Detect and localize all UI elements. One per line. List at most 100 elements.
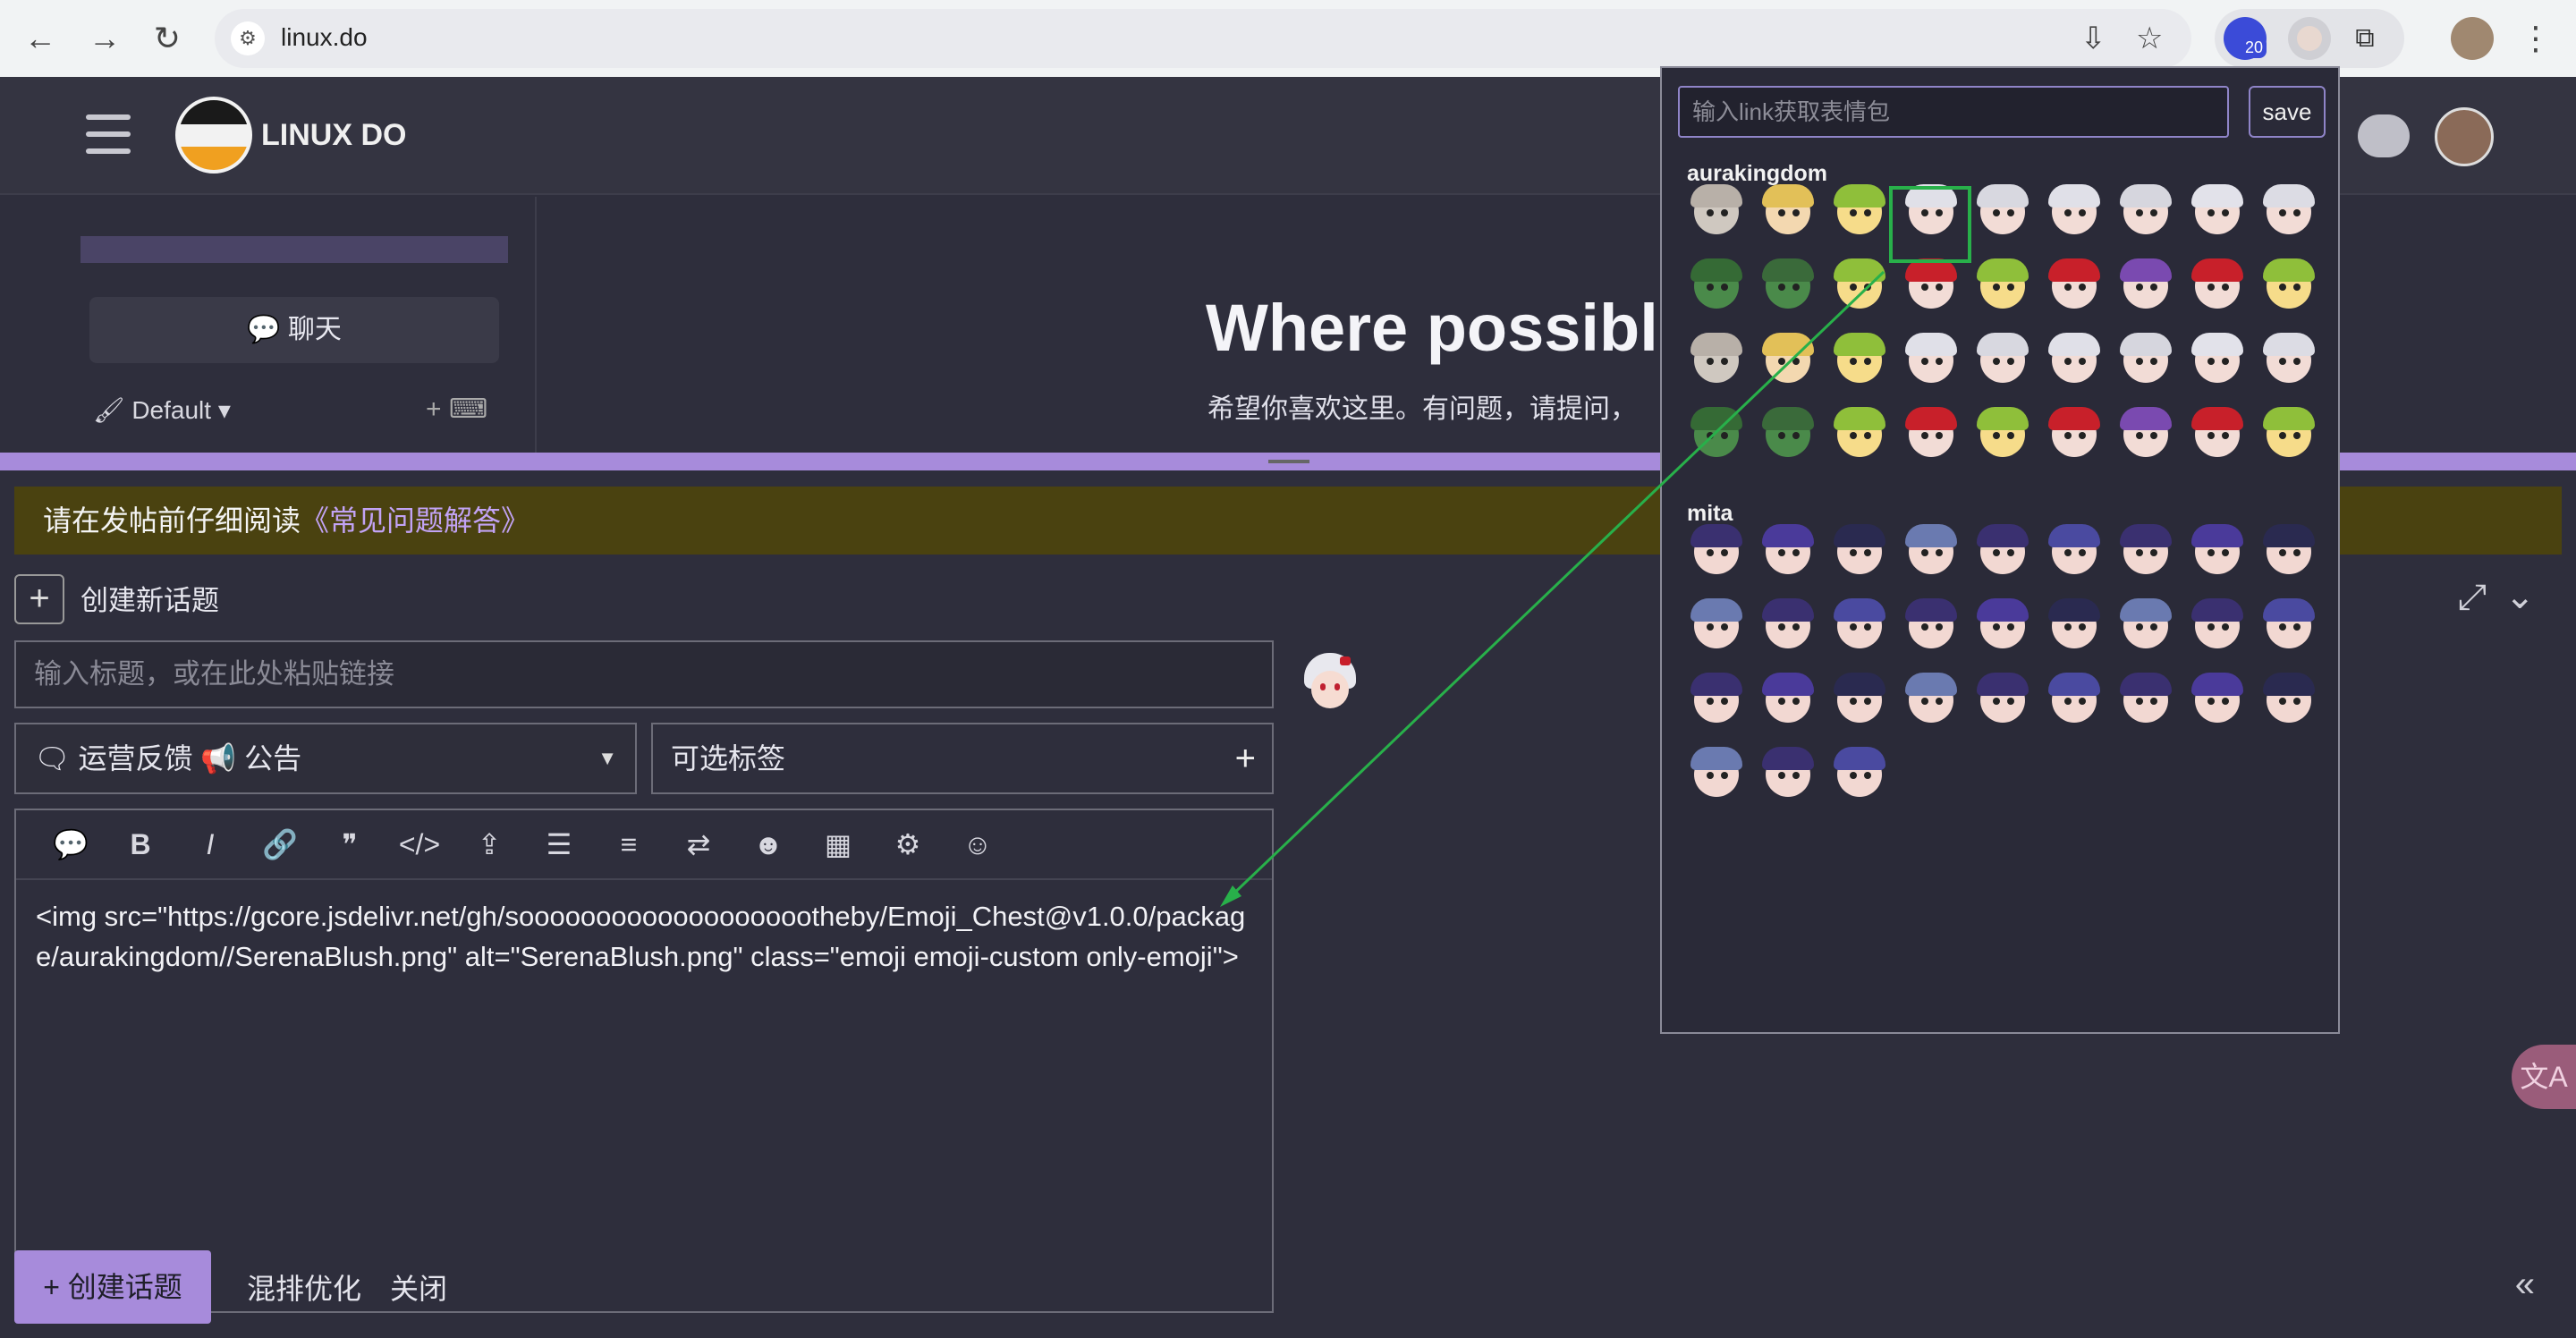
- mita-emoji[interactable]: [1973, 597, 2032, 656]
- aurakingdom-emoji[interactable]: [2259, 405, 2318, 464]
- mita-emoji[interactable]: [2116, 597, 2175, 656]
- composer-editor[interactable]: 💬 B I 🔗 ❞ </> ⇪ ☰ ≡ ⇄ ☻ ▦ ⚙ ☺ <img src="https://gcore…: [14, 809, 1274, 1313]
- mita-emoji[interactable]: [2116, 522, 2175, 581]
- mita-emoji[interactable]: [2188, 671, 2247, 730]
- expand-icon[interactable]: ⤢: [2458, 578, 2487, 618]
- mita-emoji[interactable]: [1758, 745, 1818, 804]
- aurakingdom-emoji[interactable]: [1758, 405, 1818, 464]
- aurakingdom-emoji[interactable]: [2116, 405, 2175, 464]
- tags-select[interactable]: 可选标签 +: [651, 723, 1274, 794]
- grip-handle-icon[interactable]: [1268, 460, 1309, 463]
- blockquote-icon[interactable]: ❞: [315, 810, 385, 878]
- mix-optimize-link[interactable]: 混排优化: [247, 1266, 361, 1308]
- italic-icon[interactable]: I: [175, 810, 245, 878]
- site-logo[interactable]: [175, 97, 252, 174]
- aurakingdom-emoji[interactable]: [1830, 405, 1889, 464]
- aurakingdom-emoji[interactable]: [2116, 182, 2175, 241]
- bullet-list-icon[interactable]: ☰: [524, 810, 594, 878]
- aurakingdom-emoji[interactable]: [2116, 331, 2175, 390]
- mita-emoji[interactable]: [1973, 522, 2032, 581]
- title-input[interactable]: 输入标题，或在此处粘贴链接: [14, 640, 1274, 708]
- aurakingdom-emoji[interactable]: [2188, 331, 2247, 390]
- calendar-icon[interactable]: ▦: [803, 810, 873, 878]
- aurakingdom-emoji[interactable]: [1687, 182, 1746, 241]
- aurakingdom-emoji[interactable]: [1973, 182, 2032, 241]
- aurakingdom-emoji[interactable]: [1830, 331, 1889, 390]
- aurakingdom-emoji[interactable]: [1830, 257, 1889, 316]
- extension-badge-icon[interactable]: 20: [2224, 17, 2267, 60]
- emoji-extension-icon[interactable]: [2288, 17, 2331, 60]
- emoji-face-icon[interactable]: ☻: [733, 810, 803, 878]
- aurakingdom-emoji[interactable]: [1902, 257, 1961, 316]
- mita-emoji[interactable]: [1687, 522, 1746, 581]
- sidebar-chat-button[interactable]: 💬 聊天: [89, 297, 499, 363]
- mita-emoji[interactable]: [1973, 671, 2032, 730]
- mita-emoji[interactable]: [1830, 671, 1889, 730]
- aurakingdom-emoji[interactable]: [1758, 257, 1818, 316]
- aurakingdom-emoji[interactable]: [1758, 182, 1818, 241]
- mita-emoji[interactable]: [2045, 522, 2104, 581]
- bold-icon[interactable]: B: [106, 810, 175, 878]
- hamburger-icon[interactable]: [86, 114, 131, 154]
- save-button[interactable]: save: [2249, 86, 2326, 138]
- bookmark-star-icon[interactable]: ☆: [2136, 21, 2163, 55]
- translate-icon[interactable]: 文A: [2512, 1045, 2576, 1109]
- forward-icon[interactable]: →: [82, 16, 127, 61]
- category-select[interactable]: 🗨 运营反馈 📢 公告 ▼: [14, 723, 637, 794]
- mita-emoji[interactable]: [1687, 597, 1746, 656]
- aurakingdom-emoji[interactable]: [1902, 405, 1961, 464]
- mita-emoji[interactable]: [1758, 522, 1818, 581]
- mita-emoji[interactable]: [2259, 522, 2318, 581]
- aurakingdom-emoji[interactable]: [1902, 331, 1961, 390]
- mita-emoji[interactable]: [1902, 671, 1961, 730]
- aurakingdom-emoji[interactable]: [1973, 405, 2032, 464]
- emoji-link-input[interactable]: 输入link获取表情包: [1678, 86, 2229, 138]
- link-icon[interactable]: 🔗: [245, 810, 315, 878]
- aurakingdom-emoji[interactable]: [2188, 405, 2247, 464]
- mita-emoji[interactable]: [2045, 597, 2104, 656]
- aurakingdom-emoji[interactable]: [2188, 257, 2247, 316]
- mita-emoji[interactable]: [2188, 522, 2247, 581]
- faq-link[interactable]: 《常见问题解答》: [301, 504, 530, 537]
- aurakingdom-emoji[interactable]: [1687, 405, 1746, 464]
- numbered-list-icon[interactable]: ≡: [594, 810, 664, 878]
- aurakingdom-emoji[interactable]: [2116, 257, 2175, 316]
- sidebar-actions[interactable]: + ⌨: [426, 394, 487, 425]
- reload-icon[interactable]: ↻: [145, 16, 190, 61]
- aurakingdom-emoji[interactable]: [2259, 182, 2318, 241]
- aurakingdom-emoji[interactable]: [2045, 405, 2104, 464]
- mita-emoji[interactable]: [2045, 671, 2104, 730]
- mita-emoji[interactable]: [1902, 597, 1961, 656]
- plus-icon[interactable]: +: [14, 574, 64, 624]
- menu-icon[interactable]: ⋮: [2513, 16, 2558, 61]
- smile-icon[interactable]: ☺: [943, 810, 1013, 878]
- mita-emoji[interactable]: [2259, 671, 2318, 730]
- mita-emoji[interactable]: [2259, 597, 2318, 656]
- sidebar-default-dropdown[interactable]: 🖌 Default ▾: [93, 395, 231, 425]
- aurakingdom-emoji[interactable]: [2045, 331, 2104, 390]
- site-brand[interactable]: LINUX DO: [261, 118, 406, 153]
- aurakingdom-emoji[interactable]: [1973, 257, 2032, 316]
- mita-emoji[interactable]: [1687, 671, 1746, 730]
- puzzle-icon[interactable]: ⧉: [2343, 17, 2386, 60]
- swap-icon[interactable]: ⇄: [664, 810, 733, 878]
- mita-emoji[interactable]: [2188, 597, 2247, 656]
- aurakingdom-emoji[interactable]: [2259, 331, 2318, 390]
- back-icon[interactable]: ←: [18, 16, 63, 61]
- aurakingdom-emoji[interactable]: [1830, 182, 1889, 241]
- editor-content[interactable]: <img src="https://gcore.jsdelivr.net/gh/…: [16, 880, 1272, 993]
- mita-emoji[interactable]: [1830, 522, 1889, 581]
- upload-icon[interactable]: ⇪: [454, 810, 524, 878]
- mita-emoji[interactable]: [1687, 745, 1746, 804]
- aurakingdom-emoji[interactable]: [1687, 257, 1746, 316]
- aurakingdom-emoji[interactable]: [2045, 257, 2104, 316]
- mita-emoji[interactable]: [1830, 597, 1889, 656]
- code-icon[interactable]: </>: [385, 810, 454, 878]
- mita-emoji[interactable]: [1758, 671, 1818, 730]
- aurakingdom-emoji[interactable]: [2259, 257, 2318, 316]
- site-info-icon[interactable]: ⚙: [231, 21, 265, 55]
- mita-emoji[interactable]: [1902, 522, 1961, 581]
- close-link[interactable]: 关闭: [390, 1266, 447, 1308]
- double-left-icon[interactable]: «: [2515, 1265, 2535, 1305]
- user-avatar[interactable]: [2435, 107, 2494, 166]
